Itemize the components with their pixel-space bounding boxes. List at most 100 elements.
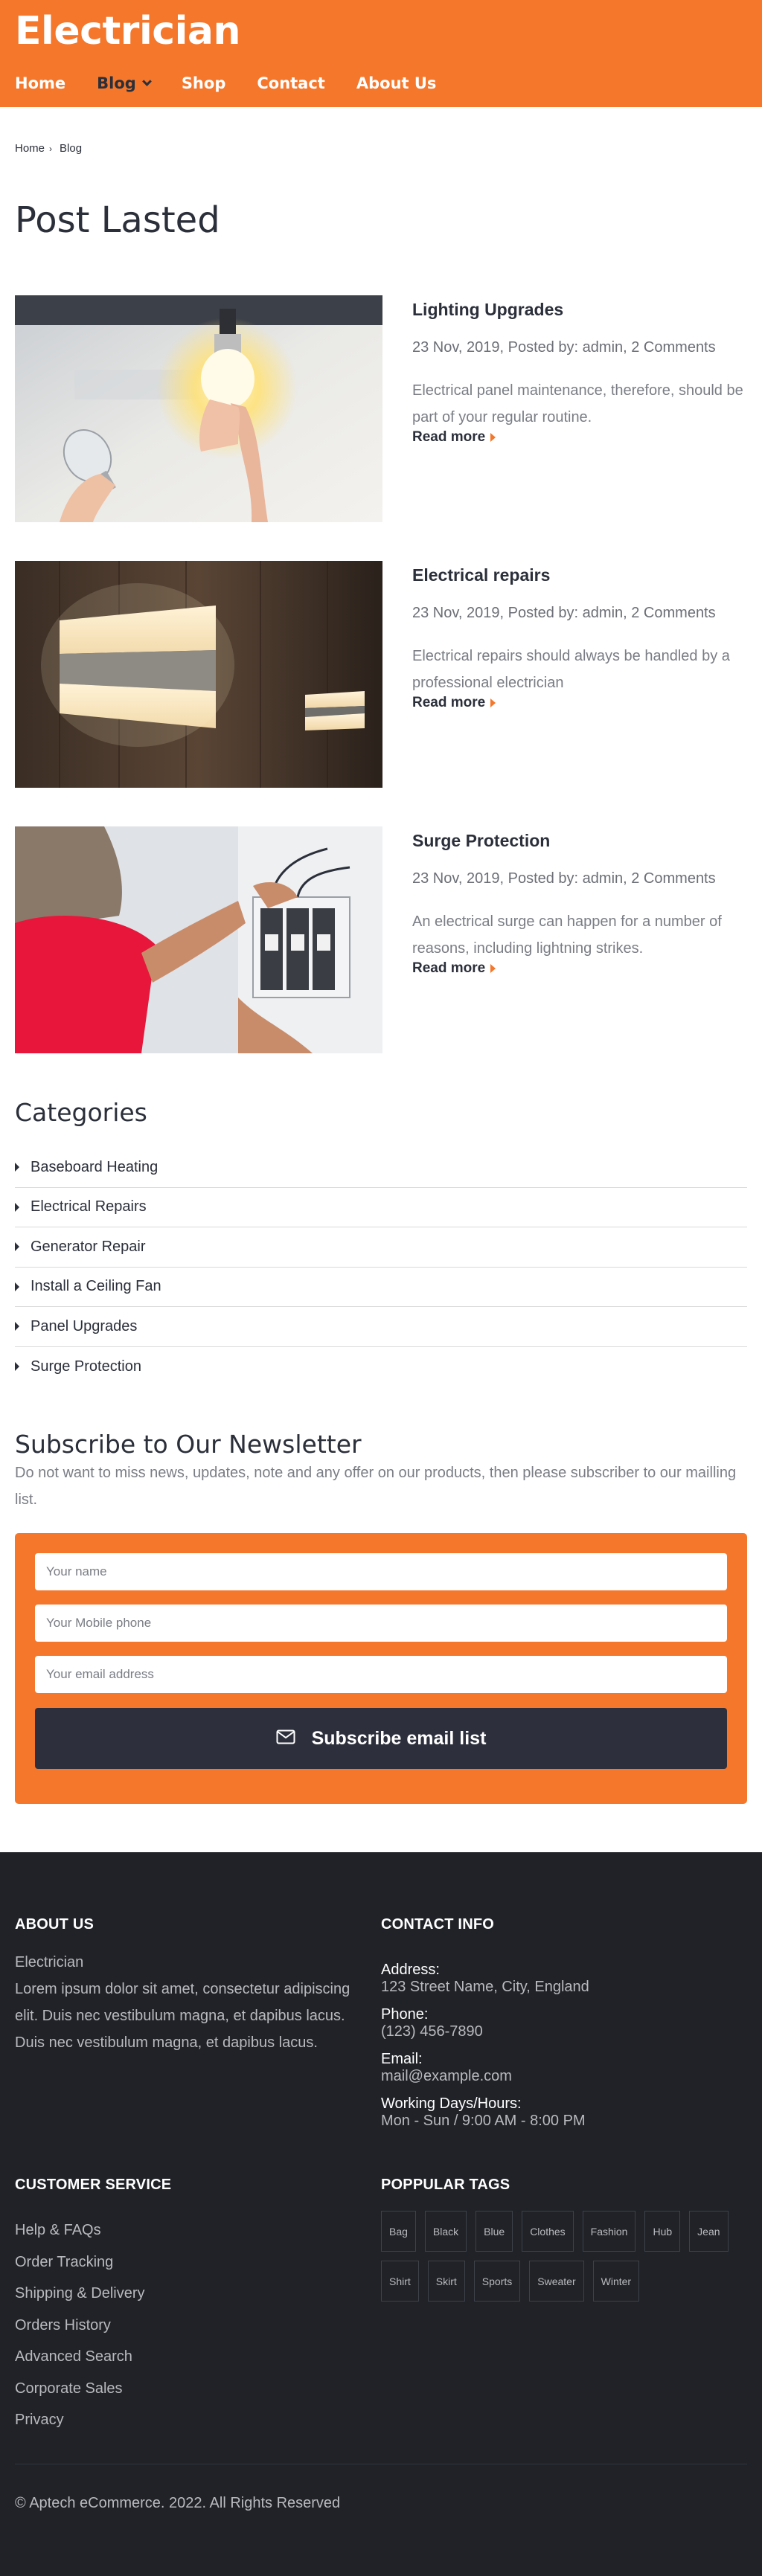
post-body: Lighting Upgrades 23 Nov, 2019, Posted b… [412,295,747,446]
site-brand[interactable]: Electrician [15,9,241,54]
post-title[interactable]: Electrical repairs [412,565,747,585]
caret-right-icon [15,1362,19,1372]
address-label: Address: [381,1962,440,1978]
post-image-light-bulb[interactable] [15,295,382,522]
tag-chip[interactable]: Clothes [522,2211,574,2252]
read-more-link[interactable]: Read more [412,695,747,711]
post-card: Lighting Upgrades 23 Nov, 2019, Posted b… [15,295,747,522]
customer-service-heading: CUSTOMER SERVICE [15,2177,172,2193]
phone-label: Phone: [381,2006,429,2023]
contact-phone: Phone: (123) 456-7890 [381,2006,731,2040]
nav-about-label: About Us [356,74,437,92]
caret-right-icon [490,433,496,442]
category-item[interactable]: Baseboard Heating [15,1148,747,1188]
contact-info: Address: 123 Street Name, City, England P… [381,1962,731,2140]
popular-tags-heading: POPPULAR TAGS [381,2177,510,2193]
post-title[interactable]: Lighting Upgrades [412,300,747,320]
tag-chip[interactable]: Fashion [582,2211,636,2252]
tag-chip[interactable]: Black [424,2211,467,2252]
newsletter-description: Do not want to miss news, updates, note … [15,1465,737,1508]
nav-blog-label: Blog [97,74,136,92]
contact-address: Address: 123 Street Name, City, England [381,1962,731,1996]
wall-lamp-photo-icon [15,561,382,788]
category-item[interactable]: Generator Repair [15,1227,747,1268]
subscribe-button[interactable]: Subscribe email list [35,1708,727,1769]
footer-link[interactable]: Shipping & Delivery [15,2278,145,2310]
tag-chip[interactable]: Sweater [529,2261,584,2302]
caret-right-icon [490,698,496,707]
category-label: Electrical Repairs [31,1198,147,1215]
footer-link[interactable]: Corporate Sales [15,2373,145,2405]
read-more-link[interactable]: Read more [412,429,747,446]
post-body: Surge Protection 23 Nov, 2019, Posted by… [412,826,747,977]
post-meta: 23 Nov, 2019, Posted by: admin, 2 Commen… [412,870,716,887]
footer-link[interactable]: Help & FAQs [15,2214,145,2246]
nav-home[interactable]: Home [15,74,65,92]
about-heading: ABOUT US [15,1916,95,1933]
tag-chip[interactable]: Hub [644,2211,681,2252]
post-excerpt: Electrical panel maintenance, therefore,… [412,382,743,425]
post-card: Electrical repairs 23 Nov, 2019, Posted … [15,561,747,788]
category-item[interactable]: Install a Ceiling Fan [15,1268,747,1307]
footer-link[interactable]: Advanced Search [15,2341,145,2373]
caret-right-icon [15,1202,19,1212]
electrician-breaker-photo-icon [15,826,382,1053]
category-item[interactable]: Panel Upgrades [15,1307,747,1347]
newsletter-form: Subscribe email list [15,1533,747,1804]
footer-link[interactable]: Privacy [15,2404,145,2436]
mobile-phone-field[interactable] [35,1605,727,1642]
categories-list: Baseboard Heating Electrical Repairs Gen… [15,1148,747,1387]
hours-label: Working Days/Hours: [381,2095,522,2112]
breadcrumb-home[interactable]: Home [15,142,45,155]
tag-chip[interactable]: Jean [689,2211,729,2252]
email-value[interactable]: mail@example.com [381,2068,731,2085]
tag-chip[interactable]: Sports [473,2261,521,2302]
email-field[interactable] [35,1656,727,1693]
light-bulb-photo-icon [15,295,382,522]
contact-hours: Working Days/Hours: Mon - Sun / 9:00 AM -… [381,2095,731,2130]
caret-right-icon [15,1242,19,1252]
caret-right-icon [15,1163,19,1172]
nav-contact-label: Contact [257,74,325,92]
tag-chip[interactable]: Shirt [381,2261,419,2302]
post-title[interactable]: Surge Protection [412,831,747,851]
nav-shop-label: Shop [181,74,226,92]
caret-right-icon [15,1282,19,1291]
page-title: Post Lasted [15,199,220,241]
footer-link[interactable]: Orders History [15,2310,145,2342]
main-nav: Home Blog Shop Contact About Us [15,74,467,92]
category-label: Panel Upgrades [31,1317,138,1334]
tag-chip[interactable]: Skirt [427,2261,465,2302]
tag-chip[interactable]: Winter [592,2261,640,2302]
post-image-electrician[interactable] [15,826,382,1053]
chevron-down-icon [141,76,152,86]
read-more-label: Read more [412,429,486,445]
read-more-link[interactable]: Read more [412,960,747,977]
post-card: Surge Protection 23 Nov, 2019, Posted by… [15,826,747,1053]
nav-contact[interactable]: Contact [257,74,325,92]
read-more-label: Read more [412,695,486,710]
name-field[interactable] [35,1553,727,1590]
nav-shop[interactable]: Shop [182,74,226,92]
category-item[interactable]: Surge Protection [15,1347,747,1387]
read-more-label: Read more [412,960,486,976]
email-label: Email: [381,2051,423,2067]
tag-chip[interactable]: Bag [381,2211,416,2252]
breadcrumb-separator: › [49,143,53,154]
nav-blog[interactable]: Blog [97,74,152,92]
phone-value[interactable]: (123) 456-7890 [381,2023,731,2040]
nav-about-us[interactable]: About Us [356,74,437,92]
footer-link[interactable]: Order Tracking [15,2246,145,2278]
post-meta: 23 Nov, 2019, Posted by: admin, 2 Commen… [412,339,716,356]
breadcrumb-blog: Blog [60,142,83,155]
category-item[interactable]: Electrical Repairs [15,1188,747,1227]
post-body: Electrical repairs 23 Nov, 2019, Posted … [412,561,747,711]
tag-chip[interactable]: Blue [476,2211,513,2252]
newsletter-title: Subscribe to Our Newsletter [15,1430,362,1459]
envelope-icon [276,1728,295,1750]
breadcrumb: Home › Blog [15,142,82,155]
popular-tags: Bag Black Blue Clothes Fashion Hub Jean … [381,2211,738,2302]
subscribe-button-label: Subscribe email list [311,1727,487,1749]
category-label: Surge Protection [31,1358,141,1375]
post-image-wall-lamp[interactable] [15,561,382,788]
